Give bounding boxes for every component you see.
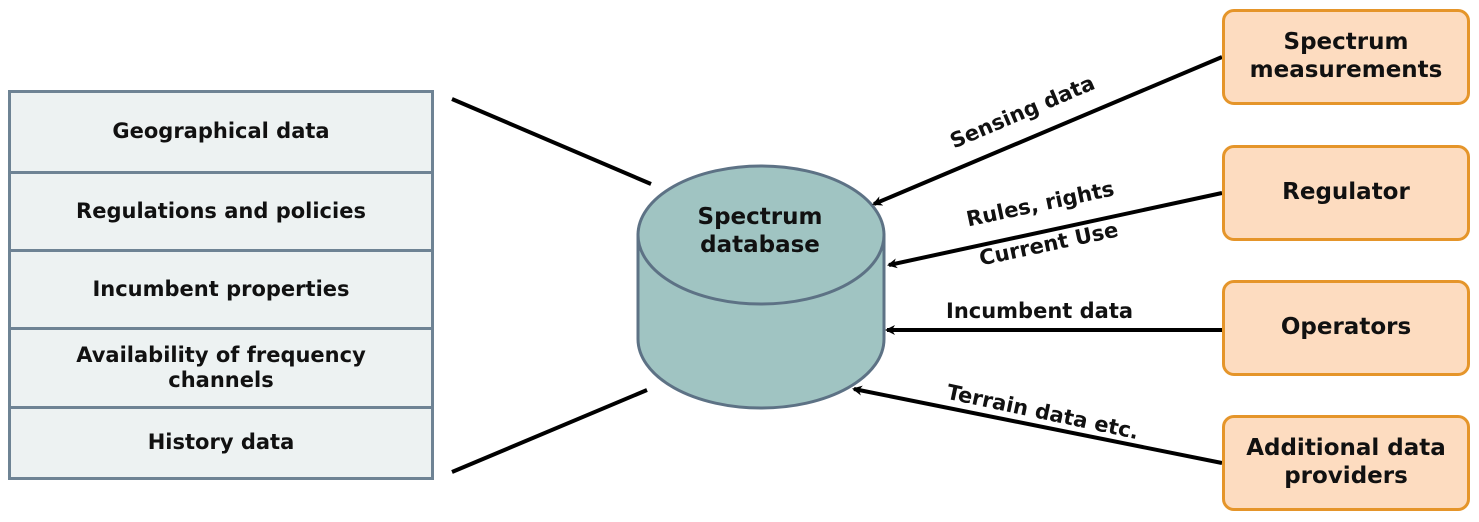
category-incumbent-properties: Incumbent properties	[11, 249, 431, 327]
source-spectrum-measurements: Spectrum measurements	[1222, 9, 1470, 105]
data-categories-stack: Geographical data Regulations and polici…	[8, 90, 434, 480]
source-operators: Operators	[1222, 280, 1470, 376]
spectrum-database-cylinder	[636, 164, 886, 410]
category-regulations-policies: Regulations and policies	[11, 171, 431, 249]
stack-connector-top	[451, 97, 652, 186]
category-history-data: History data	[11, 406, 431, 477]
arrow-sensing-data	[872, 55, 1223, 206]
source-additional-providers: Additional data providers	[1222, 415, 1470, 511]
source-regulator: Regulator	[1222, 145, 1470, 241]
category-frequency-availability: Availability of frequency channels	[11, 327, 431, 406]
database-label: Spectrum database	[697, 204, 823, 258]
edge-label-incumbent-data: Incumbent data	[946, 299, 1134, 323]
category-geographical-data: Geographical data	[112, 119, 330, 144]
stack-connector-bottom	[451, 388, 648, 474]
